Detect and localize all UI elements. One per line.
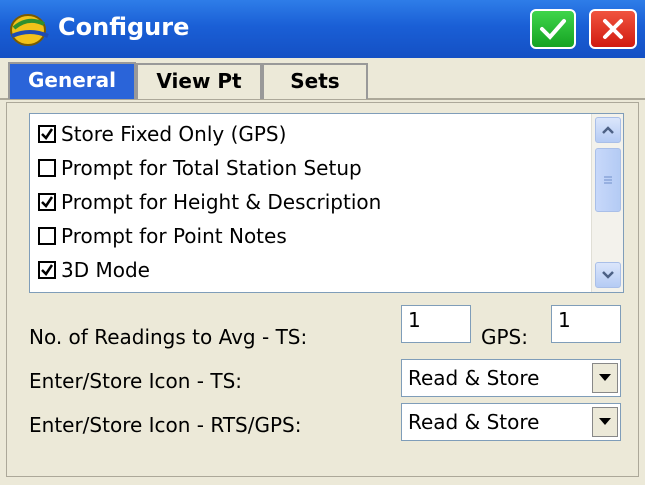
- checkmark-icon: [41, 128, 54, 140]
- checkmark-icon: [41, 196, 54, 208]
- tab-bar: General View Pt Sets: [0, 58, 645, 100]
- option-prompt-total-station-setup[interactable]: Prompt for Total Station Setup: [38, 152, 362, 184]
- ok-button[interactable]: [530, 9, 576, 49]
- title-bar: Configure: [0, 0, 645, 58]
- readings-label: No. of Readings to Avg - TS:: [29, 325, 308, 349]
- dropdown-button[interactable]: [592, 407, 618, 437]
- option-prompt-point-notes[interactable]: Prompt for Point Notes: [38, 220, 287, 252]
- scrollbar[interactable]: [591, 114, 623, 292]
- checkbox[interactable]: [38, 261, 56, 279]
- option-label: Store Fixed Only (GPS): [61, 122, 287, 146]
- tab-general[interactable]: General: [8, 62, 136, 99]
- select-value: Read & Store: [408, 410, 540, 434]
- dropdown-arrow-icon: [599, 418, 611, 425]
- option-prompt-height-description[interactable]: Prompt for Height & Description: [38, 186, 381, 218]
- checkbox[interactable]: [38, 193, 56, 211]
- readings-gps-input[interactable]: 1: [551, 305, 621, 343]
- scroll-up-button[interactable]: [595, 117, 621, 143]
- gps-label: GPS:: [481, 325, 528, 349]
- check-icon: [540, 19, 566, 40]
- checkbox[interactable]: [38, 125, 56, 143]
- tab-view-pt[interactable]: View Pt: [136, 63, 262, 99]
- dropdown-arrow-icon: [599, 374, 611, 381]
- option-partial-hidden: [38, 286, 61, 292]
- chevron-down-icon: [602, 271, 614, 279]
- scroll-thumb[interactable]: [595, 148, 621, 212]
- window-title: Configure: [58, 13, 190, 41]
- store-icon-ts-select[interactable]: Read & Store: [401, 359, 621, 397]
- option-label: 3D Mode: [61, 258, 150, 282]
- readings-ts-input[interactable]: 1: [401, 305, 471, 343]
- checkmark-icon: [41, 264, 54, 276]
- close-icon: [603, 19, 623, 39]
- option-label: Prompt for Height & Description: [61, 190, 382, 214]
- store-icon-rts-select[interactable]: Read & Store: [401, 403, 621, 441]
- checkbox[interactable]: [38, 227, 56, 245]
- app-logo-icon: [10, 14, 49, 46]
- checkbox[interactable]: [38, 159, 56, 177]
- tab-sets[interactable]: Sets: [262, 63, 368, 99]
- scroll-down-button[interactable]: [595, 262, 621, 288]
- option-label: Prompt for Total Station Setup: [61, 156, 362, 180]
- grip-icon: [604, 176, 612, 184]
- options-list: Store Fixed Only (GPS) Prompt for Total …: [29, 113, 624, 293]
- dropdown-button[interactable]: [592, 363, 618, 393]
- close-button[interactable]: [589, 9, 637, 49]
- option-store-fixed-only[interactable]: Store Fixed Only (GPS): [38, 118, 286, 150]
- option-3d-mode[interactable]: 3D Mode: [38, 254, 150, 286]
- general-panel: Store Fixed Only (GPS) Prompt for Total …: [6, 102, 639, 477]
- select-value: Read & Store: [408, 366, 540, 390]
- store-icon-rts-label: Enter/Store Icon - RTS/GPS:: [29, 413, 302, 437]
- store-icon-ts-label: Enter/Store Icon - TS:: [29, 369, 243, 393]
- option-label: Prompt for Point Notes: [61, 224, 287, 248]
- chevron-up-icon: [602, 126, 614, 134]
